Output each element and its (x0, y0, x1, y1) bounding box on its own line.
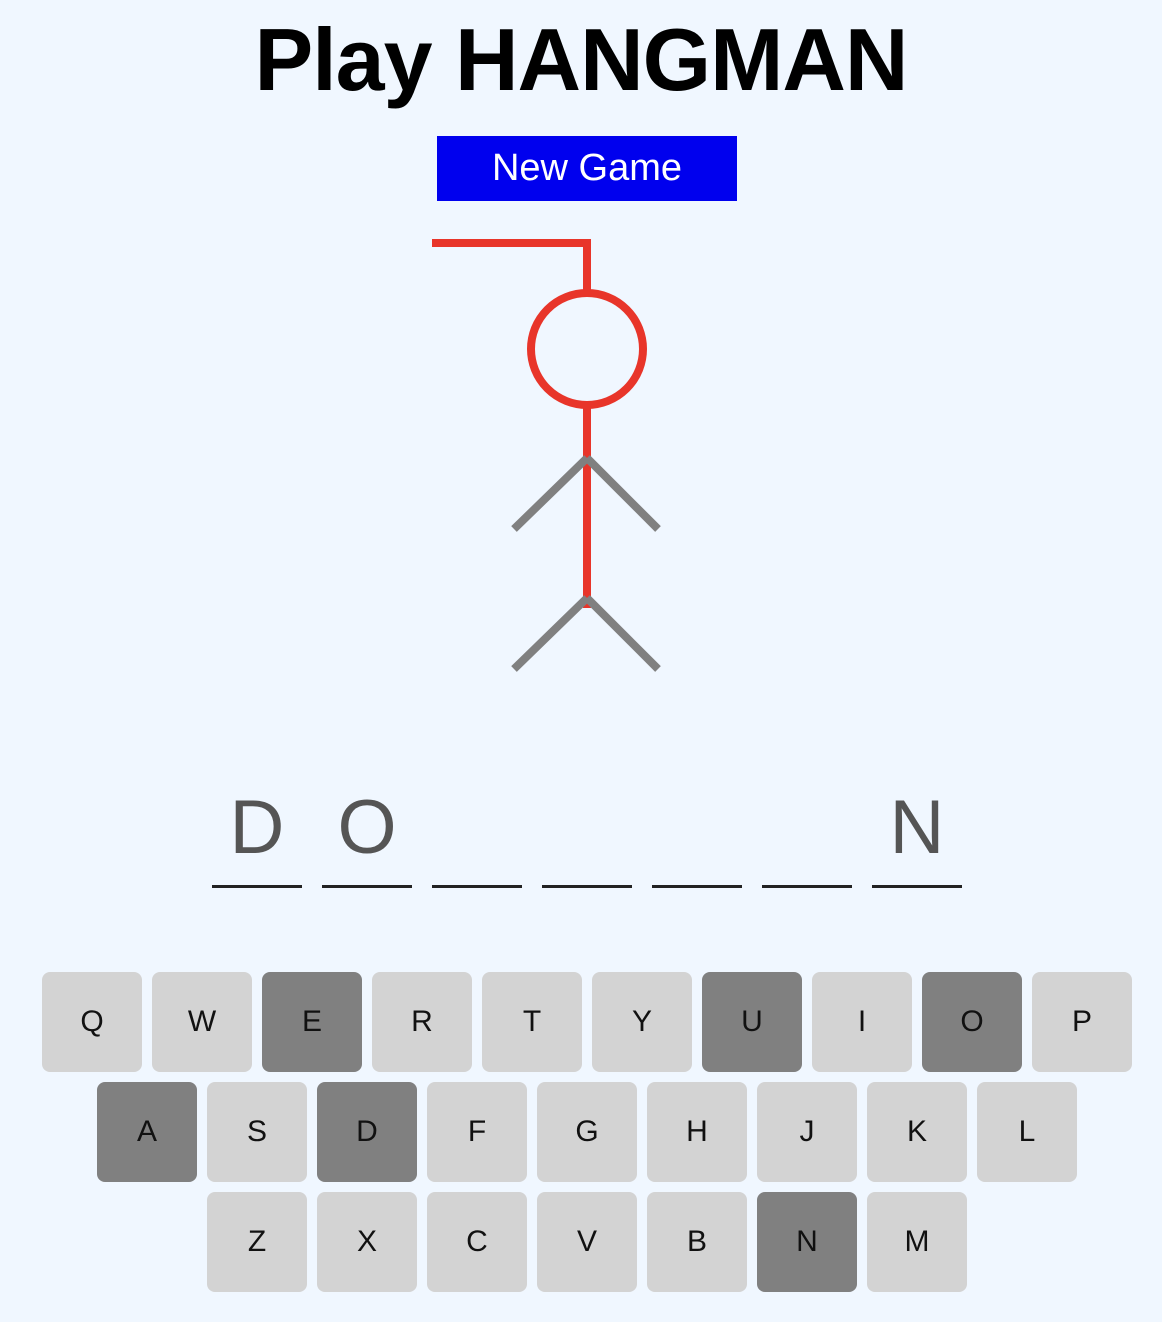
hangman-right-arm (584, 455, 661, 532)
key-f[interactable]: F (427, 1082, 527, 1182)
key-t[interactable]: T (482, 972, 582, 1072)
letter-slot (432, 780, 522, 888)
key-i[interactable]: I (812, 972, 912, 1072)
key-c[interactable]: C (427, 1192, 527, 1292)
key-k[interactable]: K (867, 1082, 967, 1182)
hangman-head (527, 289, 647, 409)
hangman-figure (432, 239, 661, 672)
key-n[interactable]: N (757, 1192, 857, 1292)
hangman-left-arm (511, 455, 590, 532)
key-w[interactable]: W (152, 972, 252, 1072)
letter-slot: D (212, 780, 302, 888)
key-h[interactable]: H (647, 1082, 747, 1182)
letter-slot: N (872, 780, 962, 888)
key-y[interactable]: Y (592, 972, 692, 1072)
letter-slot (542, 780, 632, 888)
key-p[interactable]: P (1032, 972, 1132, 1072)
letter-slot (762, 780, 852, 888)
key-q[interactable]: Q (42, 972, 142, 1072)
hangman-left-leg (511, 595, 590, 672)
key-u[interactable]: U (702, 972, 802, 1072)
key-o[interactable]: O (922, 972, 1022, 1072)
key-g[interactable]: G (537, 1082, 637, 1182)
key-z[interactable]: Z (207, 1192, 307, 1292)
letter-slot: O (322, 780, 412, 888)
key-d[interactable]: D (317, 1082, 417, 1182)
key-l[interactable]: L (977, 1082, 1077, 1182)
key-a[interactable]: A (97, 1082, 197, 1182)
key-r[interactable]: R (372, 972, 472, 1072)
key-e[interactable]: E (262, 972, 362, 1072)
hangman-right-leg (584, 595, 661, 672)
letter-slot (652, 780, 742, 888)
key-j[interactable]: J (757, 1082, 857, 1182)
key-s[interactable]: S (207, 1082, 307, 1182)
key-b[interactable]: B (647, 1192, 747, 1292)
key-x[interactable]: X (317, 1192, 417, 1292)
key-m[interactable]: M (867, 1192, 967, 1292)
key-v[interactable]: V (537, 1192, 637, 1292)
